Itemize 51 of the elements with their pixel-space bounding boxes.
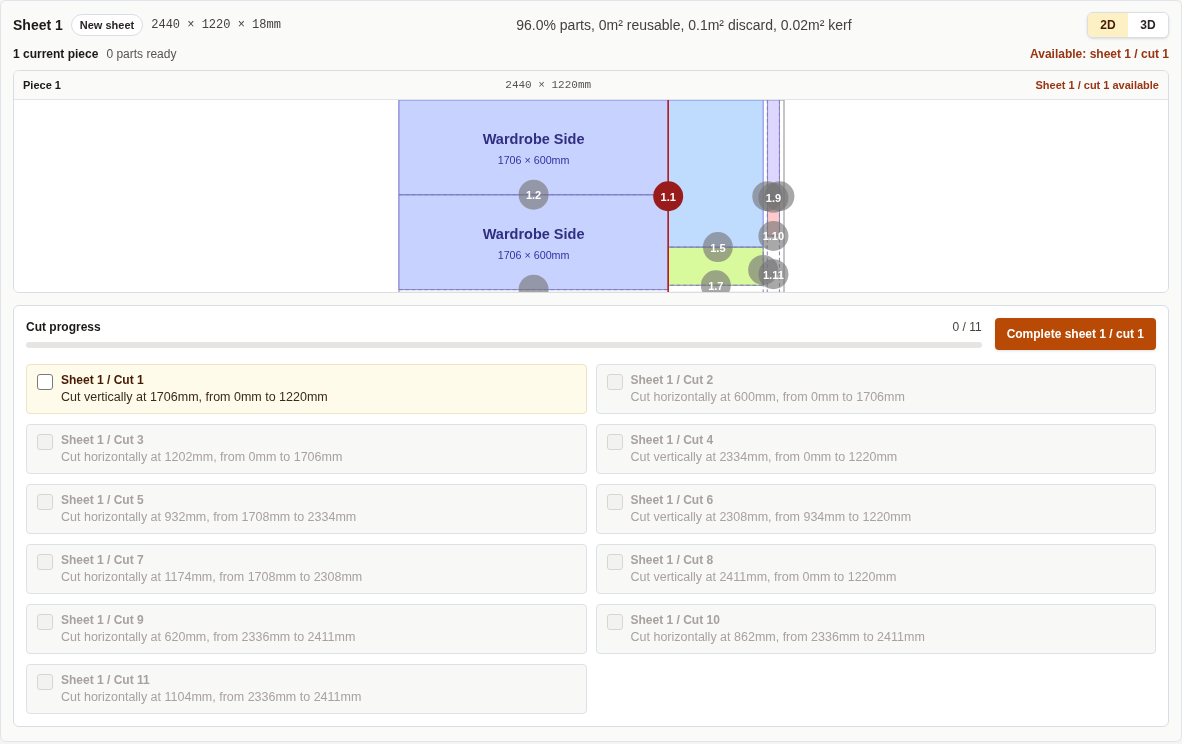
- cut-description: Cut vertically at 2411mm, from 0mm to 1220mm: [630, 569, 897, 586]
- complete-cut-button[interactable]: Complete sheet 1 / cut 1: [994, 318, 1156, 350]
- progress-count: 0 / 11: [952, 319, 982, 335]
- cut-title: Sheet 1 / Cut 7: [61, 552, 145, 568]
- part-name: Wardrobe Side: [482, 131, 584, 148]
- cut-title: Sheet 1 / Cut 4: [630, 432, 715, 448]
- cut-marker[interactable]: 1.2: [518, 179, 549, 210]
- cut-title: Sheet 1 / Cut 5: [61, 492, 145, 508]
- cut-description: Cut horizontally at 600mm, from 0mm to 1706mm: [630, 389, 905, 406]
- cut-marker[interactable]: [518, 274, 549, 292]
- cut-marker[interactable]: 1.9: [757, 182, 788, 213]
- piece-availability: Sheet 1 / cut 1 available: [1035, 77, 1159, 93]
- part-size: 1706 × 600mm: [497, 248, 569, 261]
- cut-description: Cut vertically at 1706mm, from 0mm to 1220mm: [61, 389, 328, 406]
- cut-title: Sheet 1 / Cut 3: [61, 432, 145, 448]
- cut-description: Cut horizontally at 1202mm, from 0mm to 1706mm: [61, 449, 343, 466]
- progress-title: Cut progress: [26, 319, 101, 335]
- part-size: 1706 × 600mm: [497, 153, 569, 166]
- piece-title: Piece 1: [23, 77, 61, 93]
- cut-marker[interactable]: 1.7: [700, 270, 731, 292]
- cut-description: Cut horizontally at 862mm, from 2336mm to 2411mm: [630, 629, 925, 646]
- cut-description: Cut vertically at 2308mm, from 934mm to 1220mm: [630, 509, 912, 526]
- parts-ready: 0 parts ready: [106, 46, 177, 62]
- cut-marker[interactable]: 1.10: [757, 221, 788, 251]
- checkbox[interactable]: [37, 374, 53, 390]
- cut-description: Cut horizontally at 620mm, from 2336mm to 2411mm: [61, 629, 356, 646]
- cut-description: Cut horizontally at 1174mm, from 1708mm to 2308mm: [61, 569, 363, 586]
- cut-title: Sheet 1 / Cut 1: [61, 372, 145, 388]
- cut-title: Sheet 1 / Cut 10: [630, 612, 721, 628]
- cut-marker[interactable]: 1.5: [702, 232, 733, 263]
- usage-summary: 96.0% parts, 0m² reusable, 0.1m² discard, 0.02m² kerf: [516, 15, 852, 35]
- cut-title: Sheet 1 / Cut 6: [630, 492, 715, 508]
- cut-description: Cut vertically at 2334mm, from 0mm to 1220mm: [630, 449, 898, 466]
- cut-title: Sheet 1 / Cut 2: [630, 372, 715, 388]
- sheet-status-badge: New sheet: [70, 14, 144, 36]
- availability-note: Available: sheet 1 / cut 1: [1030, 46, 1169, 62]
- cut-title: Sheet 1 / Cut 8: [630, 552, 715, 568]
- part-name: Wardrobe Side: [482, 226, 584, 243]
- cut-description: Cut horizontally at 932mm, from 1708mm to 2334mm: [61, 509, 357, 526]
- cut-item[interactable]: Sheet 1 / Cut 1 Cut vertically at 1706mm, from 0mm to 1220mm: [26, 364, 587, 414]
- cut-description: Cut horizontally at 1104mm, from 2336mm to 2411mm: [61, 689, 362, 706]
- sheet-title: Sheet 1: [13, 15, 63, 35]
- cut-title: Sheet 1 / Cut 11: [61, 672, 151, 688]
- cut-marker[interactable]: 1.1: [652, 181, 683, 212]
- cut-marker[interactable]: 1.11: [757, 259, 788, 290]
- piece-count: 1 current piece: [13, 46, 99, 62]
- view-mode-tab[interactable]: 3D: [1128, 13, 1168, 37]
- piece-dimensions: 2440 × 1220mm: [505, 77, 592, 93]
- view-mode-tab[interactable]: 2D: [1088, 13, 1128, 37]
- cut-title: Sheet 1 / Cut 9: [61, 612, 145, 628]
- sheet-dimensions: 2440 × 1220 × 18mm: [151, 17, 281, 33]
